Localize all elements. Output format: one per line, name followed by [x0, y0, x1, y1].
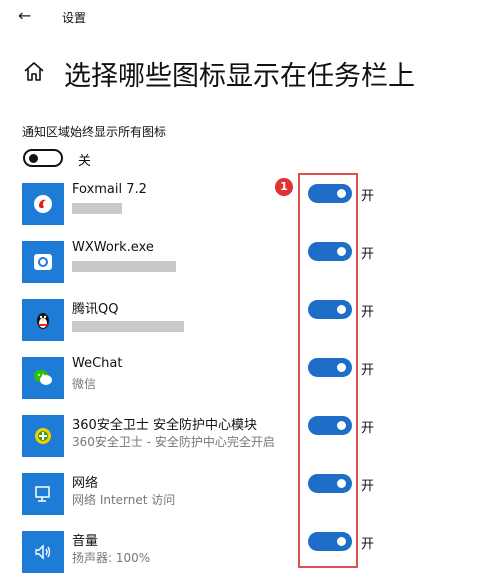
- app-name: Foxmail 7.2: [72, 182, 147, 197]
- qq-penguin-icon: [22, 299, 64, 341]
- always-show-label: 通知区域始终显示所有图标: [22, 125, 167, 139]
- toggle-state: 开: [361, 247, 375, 262]
- highlight-box: [298, 173, 358, 568]
- app-subtitle: 扬声器: 100%: [72, 551, 151, 565]
- toggle-state: 开: [361, 189, 375, 204]
- wechat-icon: [22, 357, 64, 399]
- annotation-marker: 1: [275, 178, 293, 196]
- volume-icon: [22, 531, 64, 573]
- app-subtitle: 360安全卫士 - 安全防护中心完全开启: [72, 435, 275, 449]
- list-item-network: 网络 网络 Internet 访问 开: [0, 471, 500, 523]
- redacted-bar: [72, 261, 176, 272]
- window-title: 设置: [62, 11, 87, 25]
- app-subtitle: 微信: [72, 377, 97, 391]
- list-item-wxwork: WXWork.exe 开: [0, 239, 500, 291]
- back-arrow-icon[interactable]: ←: [18, 6, 31, 26]
- app-name: 360安全卫士 安全防护中心模块: [72, 418, 257, 433]
- app-name: 音量: [72, 534, 99, 549]
- toggle-state: 开: [361, 479, 375, 494]
- toggle-state: 开: [361, 537, 375, 552]
- foxmail-icon: [22, 183, 64, 225]
- list-item-volume: 音量 扬声器: 100% 开: [0, 529, 500, 581]
- title-bar: ← 设置: [0, 0, 500, 34]
- list-item-qq: 腾讯QQ 开: [0, 297, 500, 349]
- toggle-state: 开: [361, 421, 375, 436]
- network-icon: [22, 473, 64, 515]
- page-title: 选择哪些图标显示在任务栏上: [64, 61, 415, 92]
- list-item-wechat: WeChat 微信 开: [0, 355, 500, 407]
- app-name: WXWork.exe: [72, 240, 154, 255]
- list-item-360: 360安全卫士 安全防护中心模块 360安全卫士 - 安全防护中心完全开启 开: [0, 413, 500, 465]
- app-name: 腾讯QQ: [72, 302, 119, 317]
- app-name: 网络: [72, 476, 99, 491]
- always-show-state: 关: [78, 154, 92, 169]
- app-name: WeChat: [72, 356, 123, 371]
- app-subtitle: 网络 Internet 访问: [72, 493, 176, 507]
- toggle-state: 开: [361, 363, 375, 378]
- home-icon: [24, 62, 44, 81]
- list-item-foxmail: Foxmail 7.2 开: [0, 181, 500, 233]
- toggle-state: 开: [361, 305, 375, 320]
- always-show-toggle[interactable]: [23, 149, 63, 167]
- redacted-bar: [72, 203, 122, 214]
- 360-shield-icon: [22, 415, 64, 457]
- redacted-bar: [72, 321, 184, 332]
- wxwork-icon: [22, 241, 64, 283]
